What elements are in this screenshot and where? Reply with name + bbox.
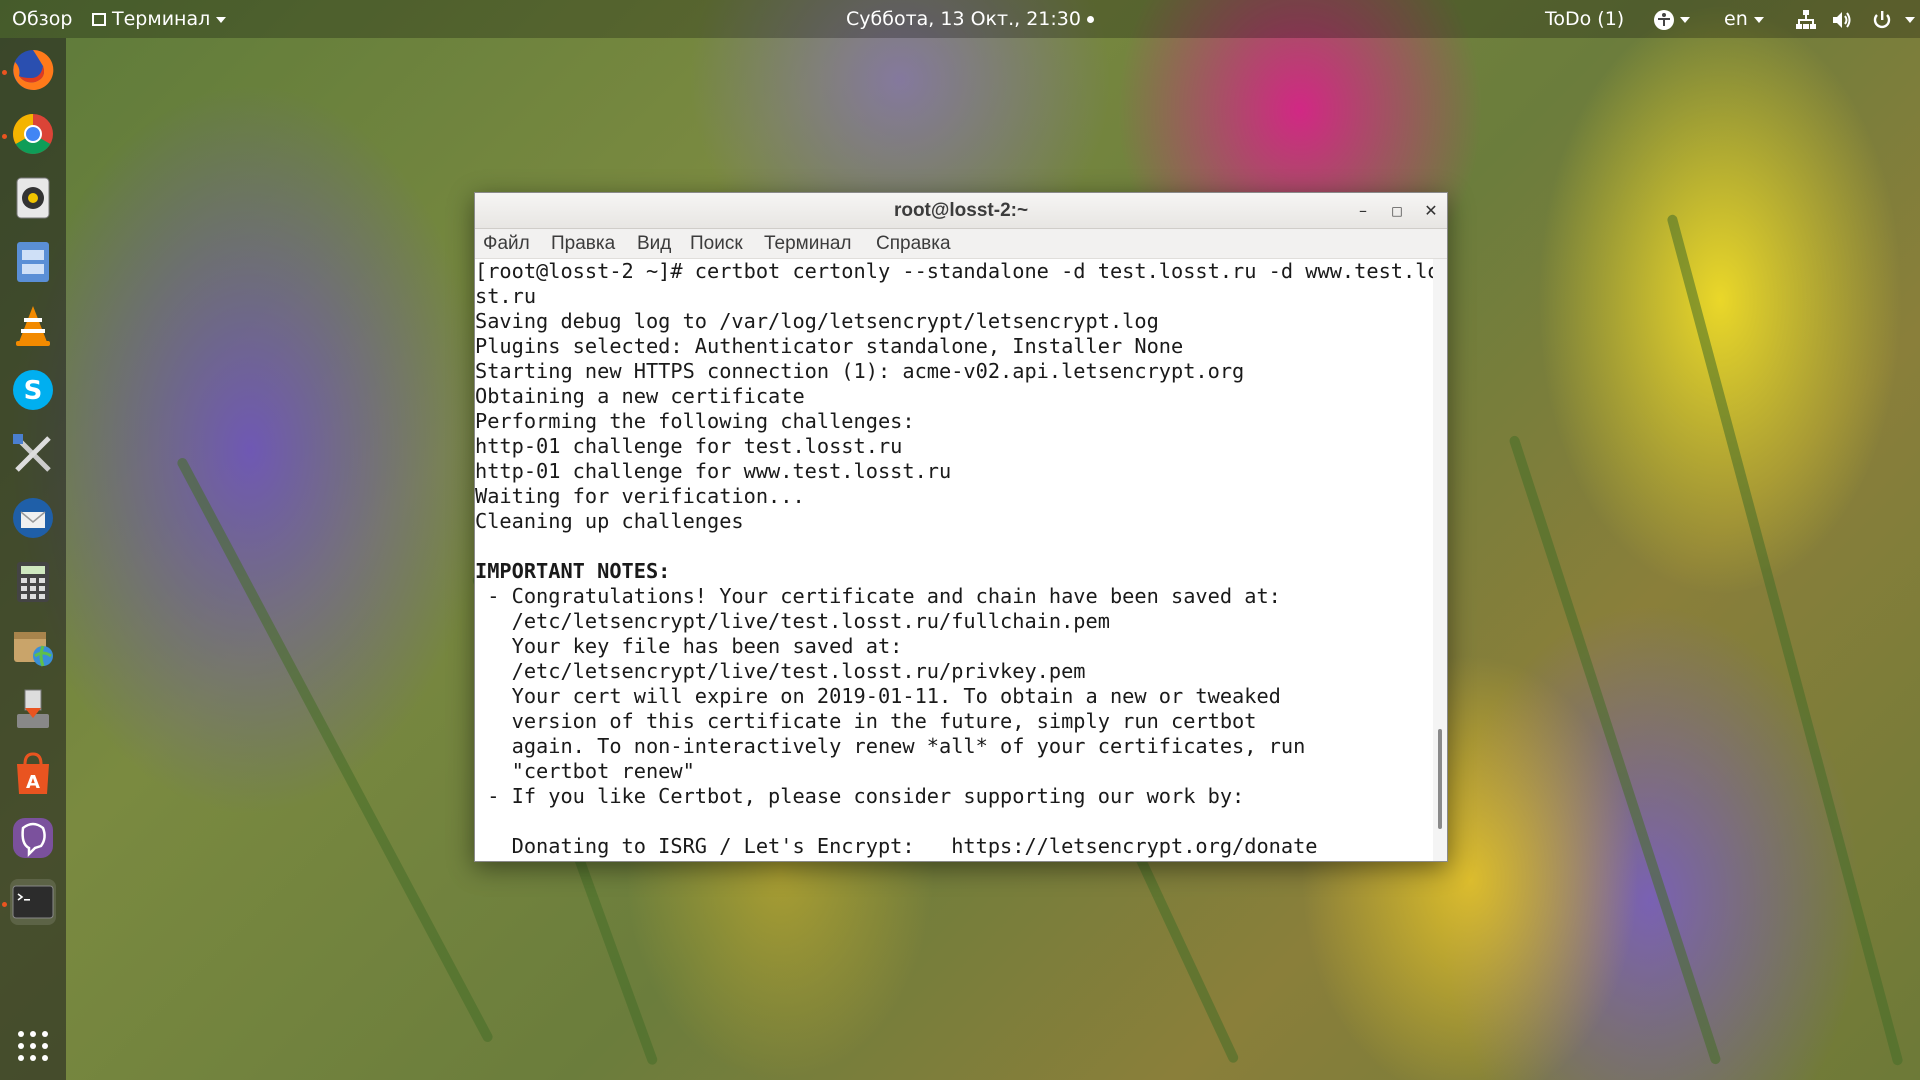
terminal-line: Performing the following challenges: [475, 409, 915, 433]
installer-icon[interactable] [10, 687, 56, 733]
app-menu-label: Терминал [112, 8, 211, 30]
terminal-line: /etc/letsencrypt/live/test.losst.ru/full… [475, 609, 1110, 633]
terminal-line: Your key file has been saved at: [475, 634, 903, 658]
window-titlebar[interactable]: root@losst-2:~ – □ ✕ [475, 193, 1447, 229]
chevron-down-icon [1905, 16, 1916, 23]
terminal-line: Waiting for verification... [475, 484, 805, 508]
svg-text:S: S [24, 376, 43, 406]
app-menu[interactable]: Терминал [92, 0, 227, 38]
terminal-line: Starting new HTTPS connection (1): acme-… [475, 359, 1245, 383]
terminal-line: Donating to ISRG / Let's Encrypt: https:… [475, 834, 1318, 858]
menu-view[interactable]: Вид [637, 229, 671, 259]
clock[interactable]: Суббота, 13 Окт., 21:30 [846, 0, 1094, 38]
running-indicator [2, 70, 7, 75]
running-indicator [2, 134, 7, 139]
terminal-line: version of this certificate in the futur… [475, 709, 1257, 733]
running-indicator [2, 902, 7, 907]
background-stem [175, 456, 495, 1044]
terminal-line: again. To non-interactively renew *all* … [475, 734, 1306, 758]
terminal-line: /etc/letsencrypt/live/test.losst.ru/priv… [475, 659, 1086, 683]
accessibility-icon [1654, 9, 1674, 30]
menu-help[interactable]: Справка [876, 229, 951, 259]
menu-bar: Файл Правка Вид Поиск Терминал Справка [475, 229, 1447, 259]
system-menu[interactable] [1795, 0, 1916, 38]
terminal-line: Plugins selected: Authenticator standalo… [475, 334, 1184, 358]
accessibility-menu[interactable] [1654, 0, 1690, 38]
chevron-down-icon [1753, 16, 1764, 23]
clock-label: Суббота, 13 Окт., 21:30 [846, 8, 1081, 30]
svg-text:A: A [26, 772, 40, 793]
window-title: root@losst-2:~ [893, 200, 1029, 221]
volume-icon [1833, 11, 1851, 28]
tools-icon[interactable] [10, 431, 56, 477]
terminal-line: http-01 challenge for www.test.losst.ru [475, 459, 952, 483]
background-stem [1666, 213, 1904, 1067]
thunderbird-icon[interactable] [10, 495, 56, 541]
terminal-scrollbar[interactable] [1433, 259, 1447, 861]
terminal-line: - If you like Certbot, please consider s… [475, 784, 1245, 808]
chevron-down-icon [1680, 16, 1690, 23]
dock: S A [0, 38, 66, 1080]
software-center-icon[interactable]: A [10, 751, 56, 797]
scrollbar-thumb[interactable] [1438, 729, 1442, 829]
chrome-icon[interactable] [10, 111, 56, 157]
chevron-down-icon [216, 16, 227, 23]
power-icon [1873, 10, 1891, 28]
language-label: en [1724, 8, 1748, 30]
vlc-icon[interactable] [10, 303, 56, 349]
terminal-line: Obtaining a new certificate [475, 384, 805, 408]
terminal-icon[interactable] [10, 879, 56, 925]
calculator-icon[interactable] [10, 559, 56, 605]
terminal-output[interactable]: [root@losst-2 ~]# certbot certonly --sta… [475, 259, 1433, 861]
background-stem [1508, 434, 1722, 1066]
maximize-button[interactable]: □ [1386, 200, 1408, 222]
activities-button[interactable]: Обзор [12, 0, 72, 38]
close-button[interactable]: ✕ [1420, 200, 1442, 222]
terminal-line: Cleaning up challenges [475, 509, 744, 533]
skype-icon[interactable]: S [10, 367, 56, 413]
terminal-window: root@losst-2:~ – □ ✕ Файл Правка Вид Пои… [474, 192, 1448, 862]
top-panel: Обзор Терминал Суббота, 13 Окт., 21:30 T… [0, 0, 1920, 38]
terminal-line: - Congratulations! Your certificate and … [475, 584, 1281, 608]
menu-file[interactable]: Файл [483, 229, 530, 259]
firefox-icon[interactable] [10, 47, 56, 93]
notification-dot-icon [1086, 16, 1094, 23]
menu-search[interactable]: Поиск [690, 229, 743, 259]
network-icon [1796, 9, 1816, 29]
menu-terminal[interactable]: Терминал [764, 229, 852, 259]
terminal-line: Your cert will expire on 2019-01-11. To … [475, 684, 1281, 708]
rhythmbox-icon[interactable] [10, 175, 56, 221]
show-applications-icon[interactable] [10, 1023, 56, 1069]
menu-edit[interactable]: Правка [551, 229, 615, 259]
terminal-small-icon [92, 13, 106, 26]
terminal-line: http-01 challenge for test.losst.ru [475, 434, 903, 458]
terminal-line: Saving debug log to /var/log/letsencrypt… [475, 309, 1159, 333]
language-menu[interactable]: en [1724, 0, 1764, 38]
terminal-line-heading: IMPORTANT NOTES: [475, 559, 671, 583]
todo-indicator[interactable]: ToDo (1) [1545, 0, 1624, 38]
archive-manager-icon[interactable] [10, 623, 56, 669]
files-icon[interactable] [10, 239, 56, 285]
terminal-line: [root@losst-2 ~]# certbot certonly --sta… [475, 259, 1433, 283]
minimize-button[interactable]: – [1352, 200, 1374, 222]
viber-icon[interactable] [10, 815, 56, 861]
terminal-line: "certbot renew" [475, 759, 695, 783]
terminal-line: st.ru [475, 284, 537, 308]
